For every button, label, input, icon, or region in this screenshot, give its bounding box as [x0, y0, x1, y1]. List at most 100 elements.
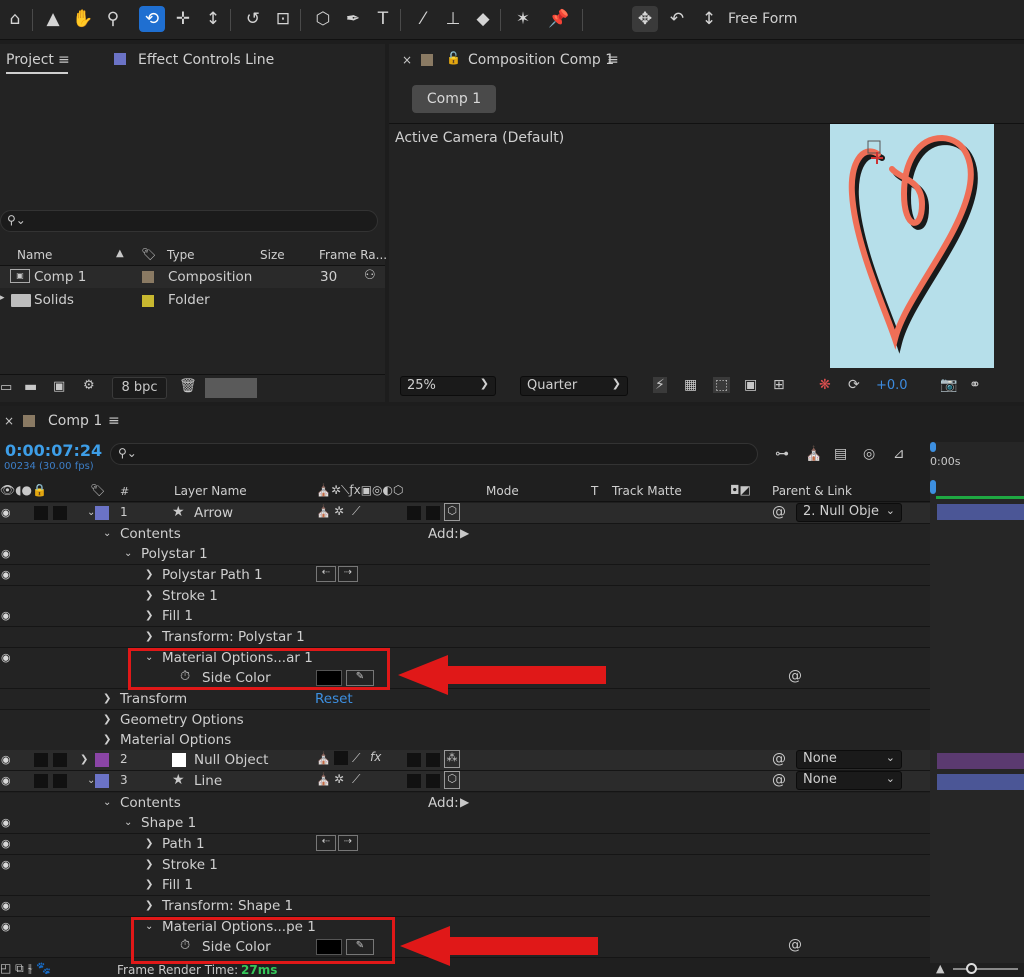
- panel-menu-icon[interactable]: ≡: [607, 52, 619, 68]
- layer-label-color[interactable]: [95, 506, 109, 520]
- zoom-slider[interactable]: [953, 968, 1018, 970]
- solo-switch[interactable]: [34, 753, 48, 767]
- property-name[interactable]: Transform: [120, 691, 187, 707]
- brush-icon[interactable]: ⁄: [410, 6, 436, 32]
- solo-switch[interactable]: [34, 774, 48, 788]
- expand-arrow-icon[interactable]: ⌄: [103, 797, 111, 808]
- 3d-layer-icon[interactable]: ⬡: [444, 503, 460, 521]
- property-name[interactable]: Stroke 1: [162, 588, 218, 604]
- visibility-eye-icon[interactable]: ◉: [1, 547, 11, 560]
- quality-switch-icon[interactable]: ⟋: [352, 504, 360, 519]
- layer-name[interactable]: Null Object: [194, 752, 268, 768]
- text-icon[interactable]: T: [370, 6, 396, 32]
- path-direction-icon[interactable]: ⇠: [316, 835, 336, 851]
- path-direction-icon[interactable]: ⇢: [338, 566, 358, 582]
- column-name[interactable]: Name: [17, 248, 52, 262]
- add-menu-icon[interactable]: ▶: [460, 795, 469, 809]
- visibility-eye-icon[interactable]: ◉: [1, 837, 11, 850]
- eraser-icon[interactable]: ◆: [470, 6, 496, 32]
- current-timecode[interactable]: 0:00:07:24: [5, 441, 102, 460]
- tab-timeline-comp[interactable]: Comp 1: [48, 413, 102, 429]
- expand-arrow-icon[interactable]: ⌄: [103, 528, 111, 539]
- composition-flowchart-icon[interactable]: ⊶: [775, 446, 789, 462]
- lock-icon[interactable]: 🔓: [446, 51, 461, 65]
- path-direction-icon[interactable]: ⇢: [338, 835, 358, 851]
- property-name[interactable]: Transform: Shape 1: [162, 898, 293, 914]
- close-tab-icon[interactable]: ×: [4, 414, 14, 428]
- property-row[interactable]: ❯ Fill 1: [0, 875, 930, 896]
- tab-composition[interactable]: Composition Comp 1: [468, 52, 614, 68]
- column-layer-name[interactable]: Layer Name: [174, 484, 247, 498]
- adjustment-switch[interactable]: [407, 753, 421, 767]
- expand-arrow-icon[interactable]: ❯: [145, 610, 153, 621]
- reset-link[interactable]: Reset: [315, 691, 353, 707]
- visibility-eye-icon[interactable]: ◉: [1, 920, 11, 933]
- layer-duration-bar[interactable]: [937, 774, 1024, 790]
- column-type[interactable]: Type: [167, 248, 195, 262]
- collapse-transform-icon[interactable]: ✲: [334, 772, 344, 786]
- property-name[interactable]: Fill 1: [162, 877, 193, 893]
- composition-canvas[interactable]: [830, 124, 994, 368]
- magnification-dropdown[interactable]: 25% ❯: [400, 376, 496, 396]
- expand-arrow-icon[interactable]: ❯: [145, 879, 153, 890]
- 3d-layer-icon[interactable]: ⁂: [444, 750, 460, 768]
- column-t[interactable]: T: [591, 484, 598, 498]
- parent-pickwhip-icon[interactable]: @: [772, 504, 786, 520]
- property-row[interactable]: ❯ Transform: Polystar 1: [0, 627, 930, 648]
- panel-menu-icon[interactable]: ≡: [108, 413, 120, 429]
- property-name[interactable]: Contents: [120, 795, 181, 811]
- quality-switch-icon[interactable]: ⟋: [352, 751, 360, 766]
- motion-blur-switch[interactable]: [426, 506, 440, 520]
- property-row[interactable]: ◉ ❯ Polystar Path 1 ⇠ ⇢: [0, 565, 930, 586]
- orbit-camera-icon[interactable]: ⟲: [139, 6, 165, 32]
- property-row[interactable]: ❯ Stroke 1: [0, 586, 930, 607]
- layer-row[interactable]: ◉ ⌄ 3 ★ Line ⛪ ✲ ⟋ ⬡ @ None ⌄: [0, 771, 930, 792]
- visibility-eye-icon[interactable]: ◉: [1, 609, 11, 622]
- column-parent-link[interactable]: Parent & Link: [772, 484, 852, 498]
- show-snapshot-icon[interactable]: ⚭: [969, 377, 981, 393]
- pen-icon[interactable]: ✒: [340, 6, 366, 32]
- label-color-swatch[interactable]: [142, 271, 154, 283]
- property-name[interactable]: Shape 1: [141, 815, 196, 831]
- expand-arrow-icon[interactable]: ▸: [0, 293, 5, 303]
- label-tag-icon[interactable]: 🏷: [141, 247, 156, 261]
- label-color-swatch[interactable]: [142, 295, 154, 307]
- dolly-camera-icon[interactable]: ↕: [200, 6, 226, 32]
- universal-gizmo-icon[interactable]: ✥: [632, 6, 658, 32]
- quality-switch-icon[interactable]: ⟋: [352, 772, 360, 787]
- playhead[interactable]: [930, 442, 936, 452]
- selection-arrow-icon[interactable]: ▲: [40, 6, 66, 32]
- path-direction-icon[interactable]: ⇠: [316, 566, 336, 582]
- lock-switch[interactable]: [53, 506, 67, 520]
- shape-icon[interactable]: ⬡: [310, 6, 336, 32]
- snapshot-icon[interactable]: 📷: [940, 377, 957, 393]
- scale-gizmo-icon[interactable]: ↕: [696, 6, 722, 32]
- fast-previews-icon[interactable]: ⚡: [653, 377, 667, 393]
- property-name[interactable]: Fill 1: [162, 608, 193, 624]
- property-name[interactable]: Material Options: [120, 732, 231, 748]
- lock-switch[interactable]: [53, 774, 67, 788]
- project-item-row[interactable]: ▸ Solids Folder: [0, 289, 385, 311]
- new-composition-icon[interactable]: ▣: [53, 379, 65, 394]
- visibility-eye-icon[interactable]: ◉: [1, 774, 11, 787]
- bit-depth-button[interactable]: 8 bpc: [112, 377, 167, 399]
- roto-brush-icon[interactable]: ✶: [510, 6, 536, 32]
- parent-pickwhip-icon[interactable]: @: [772, 772, 786, 788]
- motion-blur-switch[interactable]: [426, 753, 440, 767]
- visibility-eye-icon[interactable]: ◉: [1, 899, 11, 912]
- property-name[interactable]: Path 1: [162, 836, 205, 852]
- grid-guides-icon[interactable]: ⊞: [773, 377, 785, 393]
- property-row[interactable]: ❯ Material Options: [0, 730, 930, 751]
- parent-dropdown[interactable]: None ⌄: [796, 771, 902, 790]
- column-mode[interactable]: Mode: [486, 484, 519, 498]
- lock-switch[interactable]: [53, 753, 67, 767]
- property-row[interactable]: ◉ ❯ Path 1 ⇠ ⇢: [0, 834, 930, 855]
- column-frame-rate[interactable]: Frame Ra...: [319, 248, 387, 262]
- tab-effect-controls[interactable]: Effect Controls Line: [138, 52, 274, 68]
- heart-line-shape[interactable]: [830, 124, 994, 368]
- rotate-icon[interactable]: ↺: [240, 6, 266, 32]
- shy-layers-icon[interactable]: ⛪: [805, 446, 822, 462]
- reset-exposure-icon[interactable]: ⟳: [848, 377, 860, 393]
- motion-blur-switch[interactable]: [426, 774, 440, 788]
- expand-arrow-icon[interactable]: ⌄: [124, 548, 132, 559]
